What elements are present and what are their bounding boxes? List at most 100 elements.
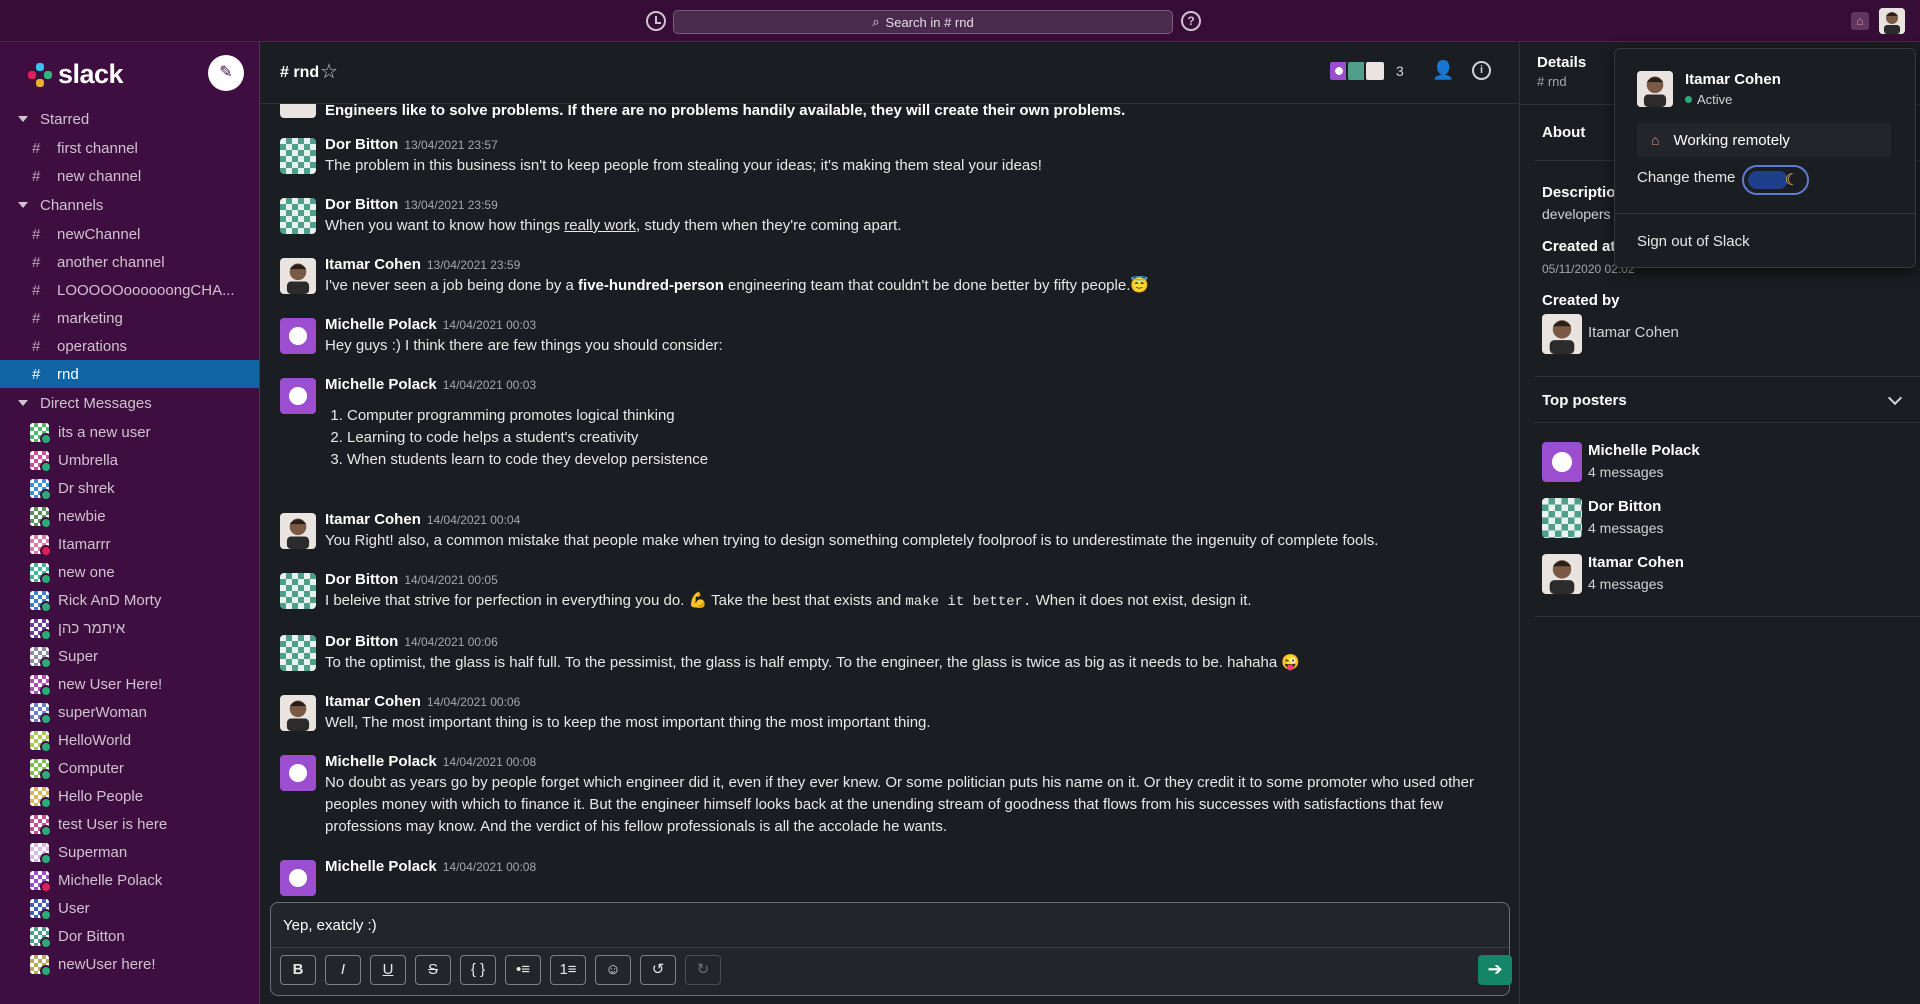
sidebar-dm[interactable]: newUser here! xyxy=(0,950,259,978)
creator[interactable]: Itamar Cohen xyxy=(1542,312,1902,358)
sidebar-dm[interactable]: Hello People xyxy=(0,782,259,810)
message-composer[interactable]: Yep, exatcly :) B I U S { } •≡ 1≡ ☺ ↺ ↻ … xyxy=(270,902,1512,996)
sender-name[interactable]: Dor Bitton xyxy=(325,633,398,650)
house-icon[interactable]: ⌂ xyxy=(1851,12,1869,30)
top-poster[interactable]: Michelle Polack 4 messages xyxy=(1542,440,1902,486)
sidebar-dm[interactable]: Superman xyxy=(0,838,259,866)
sidebar-dm[interactable]: HelloWorld xyxy=(0,726,259,754)
channel-view: # rnd ☆ 3 👤 i Engineers like to solve pr… xyxy=(260,42,1519,1004)
starred-list: # first channel # new channel xyxy=(0,134,259,190)
emoji-button[interactable]: ☺ xyxy=(595,955,631,985)
timestamp[interactable]: 13/04/2021 23:57 xyxy=(404,138,497,152)
search-input[interactable]: ⌕ Search in # rnd xyxy=(673,10,1173,34)
sender-name[interactable]: Dor Bitton xyxy=(325,196,398,213)
profile-name: Itamar Cohen xyxy=(1685,71,1781,88)
message: Engineers like to solve problems. If the… xyxy=(280,104,1500,122)
timestamp[interactable]: 14/04/2021 00:05 xyxy=(404,573,497,587)
avatar xyxy=(30,702,52,725)
timestamp[interactable]: 13/04/2021 23:59 xyxy=(404,198,497,212)
divider xyxy=(1534,422,1920,423)
sender-name[interactable]: Itamar Cohen xyxy=(325,256,421,273)
sidebar-dm[interactable]: Dr shrek xyxy=(0,474,259,502)
timestamp[interactable]: 13/04/2021 23:59 xyxy=(427,258,520,272)
sidebar-dm[interactable]: Super xyxy=(0,642,259,670)
bullet-list-button[interactable]: •≡ xyxy=(505,955,541,985)
sidebar-dm[interactable]: newbie xyxy=(0,502,259,530)
sidebar-channel[interactable]: # rnd xyxy=(0,360,259,388)
sidebar-dm[interactable]: superWoman xyxy=(0,698,259,726)
sidebar-dm[interactable]: new User Here! xyxy=(0,670,259,698)
sidebar-dm[interactable]: Umbrella xyxy=(0,446,259,474)
help-icon[interactable]: ? xyxy=(1181,11,1201,31)
custom-status-button[interactable]: ⌂ Working remotely xyxy=(1637,123,1891,157)
top-poster[interactable]: Dor Bitton 4 messages xyxy=(1542,496,1902,542)
member-avatars[interactable]: 3 xyxy=(1328,60,1404,82)
section-starred[interactable]: Starred xyxy=(0,104,259,134)
sender-name[interactable]: Dor Bitton xyxy=(325,571,398,588)
timestamp[interactable]: 14/04/2021 00:08 xyxy=(443,860,536,874)
sidebar-channel[interactable]: # marketing xyxy=(0,304,259,332)
sign-out-button[interactable]: Sign out of Slack xyxy=(1637,233,1750,250)
custom-status-label: Working remotely xyxy=(1673,131,1790,149)
section-channels[interactable]: Channels xyxy=(0,190,259,220)
strikethrough-button[interactable]: S xyxy=(415,955,451,985)
sidebar-channel[interactable]: # first channel xyxy=(0,134,259,162)
sidebar-dm[interactable]: איתמר כהן xyxy=(0,614,259,642)
top-posters-label[interactable]: Top posters xyxy=(1542,392,1627,409)
message: Michelle Polack 14/04/2021 00:03 Computer… xyxy=(280,374,1500,471)
sidebar-dm[interactable]: Rick AnD Morty xyxy=(0,586,259,614)
redo-button[interactable]: ↻ xyxy=(685,955,721,985)
sender-name[interactable]: Michelle Polack xyxy=(325,316,437,333)
timestamp[interactable]: 14/04/2021 00:08 xyxy=(443,755,536,769)
undo-button[interactable]: ↺ xyxy=(640,955,676,985)
sender-name[interactable]: Itamar Cohen xyxy=(325,693,421,710)
sidebar-dm[interactable]: test User is here xyxy=(0,810,259,838)
sidebar-channel[interactable]: # LOOOOOoooooongCHA... xyxy=(0,276,259,304)
avatar[interactable] xyxy=(1879,8,1905,34)
about-label[interactable]: About xyxy=(1542,124,1585,141)
send-button[interactable]: ➔ xyxy=(1478,955,1512,985)
sidebar-channel[interactable]: # another channel xyxy=(0,248,259,276)
sidebar-channel[interactable]: # new channel xyxy=(0,162,259,190)
sidebar-channel[interactable]: # newChannel xyxy=(0,220,259,248)
sidebar-dm[interactable]: User xyxy=(0,894,259,922)
channel-title[interactable]: # rnd xyxy=(280,64,319,82)
sender-name[interactable]: Dor Bitton xyxy=(325,136,398,153)
timestamp[interactable]: 14/04/2021 00:06 xyxy=(404,635,497,649)
info-icon[interactable]: i xyxy=(1472,61,1491,80)
avatar xyxy=(30,730,52,753)
timestamp[interactable]: 14/04/2021 00:04 xyxy=(427,513,520,527)
avatar xyxy=(280,198,316,234)
message-link[interactable]: really work xyxy=(564,217,636,234)
underline-button[interactable]: U xyxy=(370,955,406,985)
italic-button[interactable]: I xyxy=(325,955,361,985)
dm-label: test User is here xyxy=(58,815,168,833)
sender-name[interactable]: Michelle Polack xyxy=(325,858,437,875)
bold-button[interactable]: B xyxy=(280,955,316,985)
section-direct-messages[interactable]: Direct Messages xyxy=(0,388,259,418)
sidebar-channel[interactable]: # operations xyxy=(0,332,259,360)
code-button[interactable]: { } xyxy=(460,955,496,985)
sender-name[interactable]: Itamar Cohen xyxy=(325,511,421,528)
add-person-icon[interactable]: 👤 xyxy=(1432,60,1454,82)
clock-icon[interactable] xyxy=(646,11,666,31)
timestamp[interactable]: 14/04/2021 00:03 xyxy=(443,318,536,332)
compose-button[interactable]: ✎ xyxy=(208,55,244,91)
message-input[interactable]: Yep, exatcly :) xyxy=(283,917,377,934)
sidebar-dm[interactable]: Dor Bitton xyxy=(0,922,259,950)
sidebar-dm[interactable]: its a new user xyxy=(0,418,259,446)
timestamp[interactable]: 14/04/2021 00:06 xyxy=(427,695,520,709)
sidebar-dm[interactable]: new one xyxy=(0,558,259,586)
chevron-down-icon[interactable] xyxy=(1887,390,1903,406)
sidebar-dm[interactable]: Michelle Polack xyxy=(0,866,259,894)
timestamp[interactable]: 14/04/2021 00:03 xyxy=(443,378,536,392)
sidebar-dm[interactable]: Itamarrr xyxy=(0,530,259,558)
star-icon[interactable]: ☆ xyxy=(320,59,338,84)
hash-icon: # xyxy=(32,253,41,271)
sender-name[interactable]: Michelle Polack xyxy=(325,753,437,770)
sidebar-dm[interactable]: Computer xyxy=(0,754,259,782)
numbered-list-button[interactable]: 1≡ xyxy=(550,955,586,985)
top-poster[interactable]: Itamar Cohen 4 messages xyxy=(1542,552,1902,598)
theme-toggle[interactable]: ☾ xyxy=(1742,165,1809,195)
sender-name[interactable]: Michelle Polack xyxy=(325,376,437,393)
